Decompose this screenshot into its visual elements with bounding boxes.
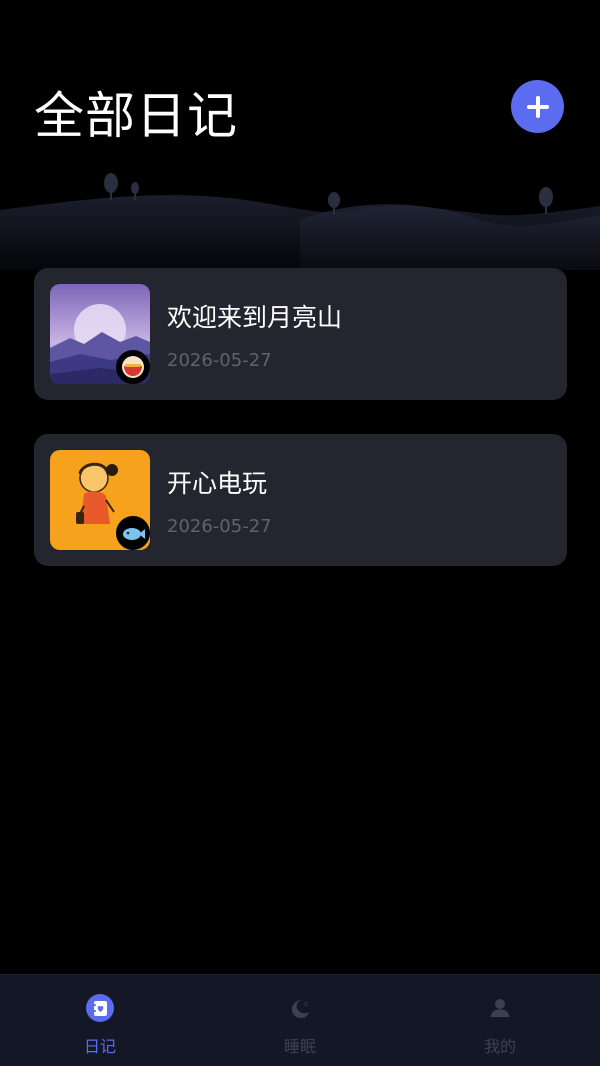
- entry-date: 2026-05-27: [167, 516, 272, 537]
- fish-emoji-icon: [123, 528, 145, 540]
- tab-sleep[interactable]: z 睡眠: [200, 975, 400, 1066]
- tab-label: 我的: [483, 1037, 516, 1056]
- entry-title: 开心电玩: [167, 469, 268, 498]
- tab-profile[interactable]: 我的: [400, 975, 600, 1066]
- entry-date: 2026-05-27: [167, 350, 272, 371]
- svg-text:z: z: [304, 1000, 308, 1008]
- entry-title: 欢迎来到月亮山: [167, 303, 343, 332]
- tab-label: 日记: [83, 1037, 116, 1056]
- diary-entry-list: 欢迎来到月亮山 2026-05-27 开心电玩 2026-05-27: [34, 268, 567, 600]
- moon-sleep-icon: z: [285, 993, 315, 1023]
- bowl-emoji-icon: [122, 356, 144, 378]
- header: 全部日记: [0, 0, 600, 270]
- add-entry-button[interactable]: [511, 80, 564, 133]
- diary-entry-card[interactable]: 欢迎来到月亮山 2026-05-27: [34, 268, 567, 400]
- diary-entry-card[interactable]: 开心电玩 2026-05-27: [34, 434, 567, 566]
- bottom-tab-bar: 日记 z 睡眠 我的: [0, 974, 600, 1066]
- plus-icon: [526, 95, 549, 118]
- tab-diary[interactable]: 日记: [0, 975, 200, 1066]
- tab-label: 睡眠: [283, 1037, 316, 1056]
- mood-badge: [116, 516, 150, 550]
- mood-badge: [116, 350, 150, 384]
- user-icon: [485, 993, 515, 1023]
- night-hills-illustration: [0, 173, 600, 270]
- page-title: 全部日记: [34, 87, 238, 145]
- diary-heart-icon: [85, 993, 115, 1023]
